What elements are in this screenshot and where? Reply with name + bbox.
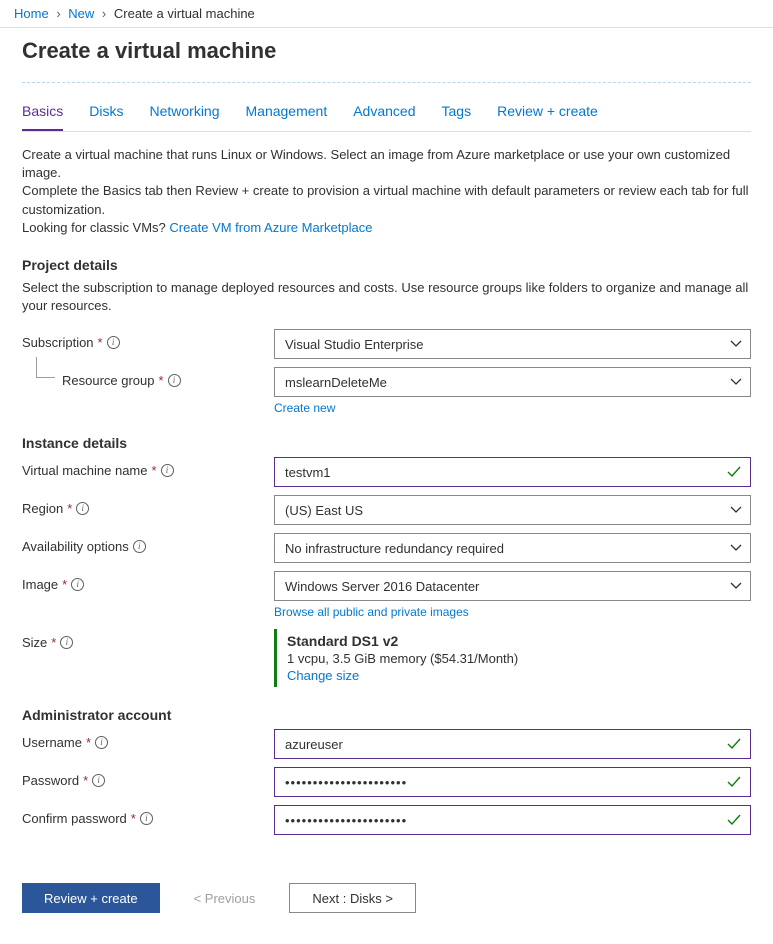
size-name: Standard DS1 v2 bbox=[287, 633, 751, 649]
breadcrumb-new[interactable]: New bbox=[68, 6, 94, 21]
resource-group-select[interactable]: mslearnDeleteMe bbox=[274, 367, 751, 397]
confirm-password-value: •••••••••••••••••••••• bbox=[285, 813, 407, 828]
intro-text: Create a virtual machine that runs Linux… bbox=[22, 146, 751, 237]
instance-details-heading: Instance details bbox=[22, 435, 751, 451]
breadcrumb-current: Create a virtual machine bbox=[114, 6, 255, 21]
tab-review-create[interactable]: Review + create bbox=[497, 97, 598, 131]
confirm-password-label: Confirm password bbox=[22, 811, 127, 826]
chevron-right-icon: › bbox=[102, 6, 106, 21]
availability-label: Availability options bbox=[22, 539, 129, 554]
size-label: Size bbox=[22, 635, 47, 650]
required-marker: * bbox=[62, 577, 67, 592]
resource-group-label: Resource group bbox=[62, 373, 155, 388]
tab-disks[interactable]: Disks bbox=[89, 97, 123, 131]
subscription-value: Visual Studio Enterprise bbox=[285, 337, 424, 352]
info-icon[interactable]: i bbox=[76, 502, 89, 515]
region-select[interactable]: (US) East US bbox=[274, 495, 751, 525]
required-marker: * bbox=[67, 501, 72, 516]
required-marker: * bbox=[98, 335, 103, 350]
previous-button[interactable]: < Previous bbox=[172, 883, 278, 913]
create-new-rg-link[interactable]: Create new bbox=[274, 401, 335, 415]
size-box: Standard DS1 v2 1 vcpu, 3.5 GiB memory (… bbox=[274, 629, 751, 687]
info-icon[interactable]: i bbox=[161, 464, 174, 477]
availability-select[interactable]: No infrastructure redundancy required bbox=[274, 533, 751, 563]
vm-name-value: testvm1 bbox=[285, 465, 331, 480]
resource-group-value: mslearnDeleteMe bbox=[285, 375, 387, 390]
required-marker: * bbox=[159, 373, 164, 388]
intro-classic-prefix: Looking for classic VMs? bbox=[22, 220, 169, 235]
project-details-heading: Project details bbox=[22, 257, 751, 273]
info-icon[interactable]: i bbox=[140, 812, 153, 825]
username-label: Username bbox=[22, 735, 82, 750]
required-marker: * bbox=[152, 463, 157, 478]
info-icon[interactable]: i bbox=[60, 636, 73, 649]
info-icon[interactable]: i bbox=[133, 540, 146, 553]
info-icon[interactable]: i bbox=[107, 336, 120, 349]
required-marker: * bbox=[131, 811, 136, 826]
required-marker: * bbox=[83, 773, 88, 788]
breadcrumb: Home › New › Create a virtual machine bbox=[0, 0, 773, 28]
tab-basics[interactable]: Basics bbox=[22, 97, 63, 131]
username-input[interactable]: azureuser bbox=[274, 729, 751, 759]
password-value: •••••••••••••••••••••• bbox=[285, 775, 407, 790]
section-divider bbox=[22, 82, 751, 83]
check-icon bbox=[726, 736, 742, 752]
chevron-down-icon bbox=[730, 542, 742, 554]
subscription-label: Subscription bbox=[22, 335, 94, 350]
password-label: Password bbox=[22, 773, 79, 788]
tab-management[interactable]: Management bbox=[246, 97, 328, 131]
intro-line2: Complete the Basics tab then Review + cr… bbox=[22, 182, 751, 218]
username-value: azureuser bbox=[285, 737, 343, 752]
next-button[interactable]: Next : Disks > bbox=[289, 883, 416, 913]
image-select[interactable]: Windows Server 2016 Datacenter bbox=[274, 571, 751, 601]
password-input[interactable]: •••••••••••••••••••••• bbox=[274, 767, 751, 797]
vm-name-input[interactable]: testvm1 bbox=[274, 457, 751, 487]
image-value: Windows Server 2016 Datacenter bbox=[285, 579, 479, 594]
breadcrumb-home[interactable]: Home bbox=[14, 6, 49, 21]
change-size-link[interactable]: Change size bbox=[287, 668, 359, 683]
chevron-down-icon bbox=[730, 376, 742, 388]
confirm-password-input[interactable]: •••••••••••••••••••••• bbox=[274, 805, 751, 835]
tab-networking[interactable]: Networking bbox=[149, 97, 219, 131]
project-details-desc: Select the subscription to manage deploy… bbox=[22, 279, 751, 315]
required-marker: * bbox=[86, 735, 91, 750]
tab-tags[interactable]: Tags bbox=[442, 97, 472, 131]
info-icon[interactable]: i bbox=[168, 374, 181, 387]
chevron-right-icon: › bbox=[56, 6, 60, 21]
chevron-down-icon bbox=[730, 338, 742, 350]
info-icon[interactable]: i bbox=[71, 578, 84, 591]
admin-account-heading: Administrator account bbox=[22, 707, 751, 723]
page-title: Create a virtual machine bbox=[22, 38, 751, 64]
browse-images-link[interactable]: Browse all public and private images bbox=[274, 605, 469, 619]
review-create-button[interactable]: Review + create bbox=[22, 883, 160, 913]
check-icon bbox=[726, 464, 742, 480]
marketplace-link[interactable]: Create VM from Azure Marketplace bbox=[169, 220, 372, 235]
availability-value: No infrastructure redundancy required bbox=[285, 541, 504, 556]
intro-line1: Create a virtual machine that runs Linux… bbox=[22, 146, 751, 182]
image-label: Image bbox=[22, 577, 58, 592]
check-icon bbox=[726, 774, 742, 790]
tabs: Basics Disks Networking Management Advan… bbox=[22, 97, 751, 132]
vm-name-label: Virtual machine name bbox=[22, 463, 148, 478]
size-spec: 1 vcpu, 3.5 GiB memory ($54.31/Month) bbox=[287, 651, 751, 666]
check-icon bbox=[726, 812, 742, 828]
region-value: (US) East US bbox=[285, 503, 363, 518]
chevron-down-icon bbox=[730, 504, 742, 516]
region-label: Region bbox=[22, 501, 63, 516]
info-icon[interactable]: i bbox=[92, 774, 105, 787]
info-icon[interactable]: i bbox=[95, 736, 108, 749]
wizard-footer: Review + create < Previous Next : Disks … bbox=[0, 869, 773, 931]
required-marker: * bbox=[51, 635, 56, 650]
tab-advanced[interactable]: Advanced bbox=[353, 97, 415, 131]
chevron-down-icon bbox=[730, 580, 742, 592]
subscription-select[interactable]: Visual Studio Enterprise bbox=[274, 329, 751, 359]
